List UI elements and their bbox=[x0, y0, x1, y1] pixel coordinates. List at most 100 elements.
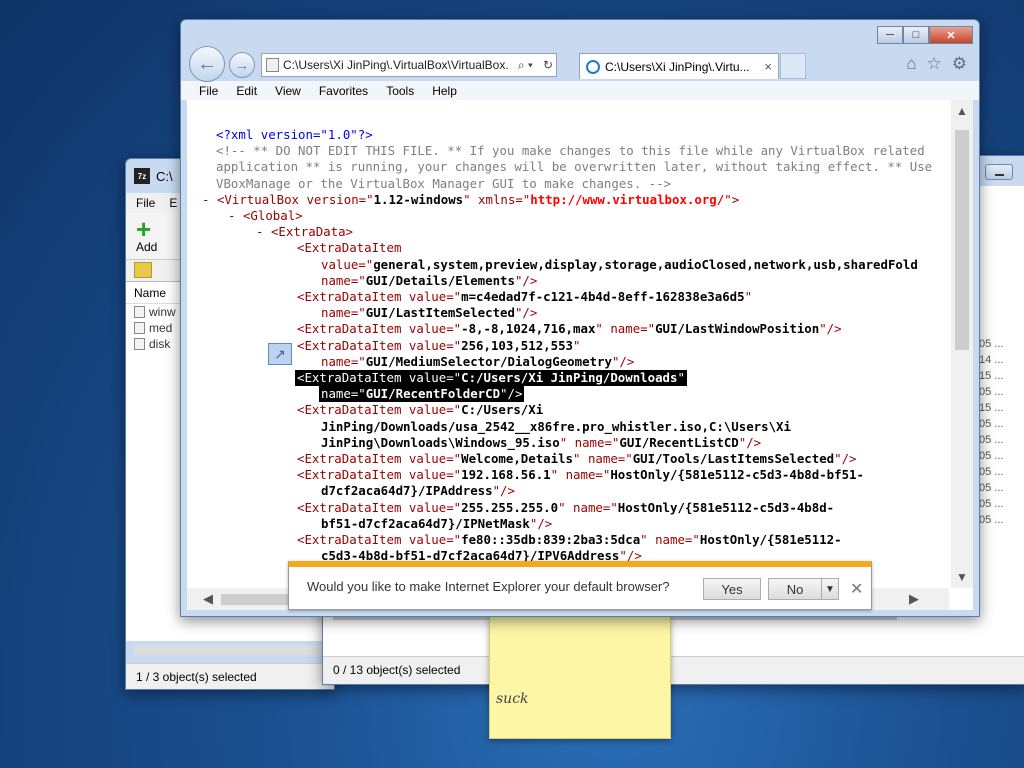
xml-value: HostOnly/{581e5112-c5d3-4b8d-bf51- bbox=[610, 467, 864, 482]
collapse-toggle[interactable]: - bbox=[256, 224, 263, 239]
xml-virtualbox-element: - <VirtualBox version="1.12-windows" xml… bbox=[202, 192, 739, 208]
minimize-button[interactable] bbox=[985, 164, 1013, 180]
7zip-app-icon: 7z bbox=[134, 168, 150, 184]
xml-attr: " bbox=[573, 338, 581, 353]
xml-value: HostOnly/{581e5112- bbox=[699, 532, 842, 547]
scroll-up-icon[interactable]: ▲ bbox=[956, 104, 968, 118]
xml-value: Welcome,Details bbox=[461, 451, 574, 466]
scroll-down-icon[interactable]: ▼ bbox=[956, 570, 968, 584]
xml-value: GUI/RecentFolderCD bbox=[365, 386, 501, 401]
xml-line: JinPing/Downloads/usa_2542__x86fre.pro_w… bbox=[321, 419, 791, 434]
menu-edit[interactable]: Edit bbox=[236, 84, 257, 98]
dropdown-arrow-icon[interactable]: ▼ bbox=[821, 578, 839, 600]
sticky-note[interactable]: suck bbox=[489, 616, 671, 739]
date-cell: 05 ... bbox=[979, 434, 1004, 446]
menu-file[interactable]: File bbox=[199, 84, 218, 98]
zip-menu-file[interactable]: File bbox=[136, 196, 155, 210]
xml-value: fe80::35db:839:2ba3:5dca bbox=[461, 532, 641, 547]
menu-help[interactable]: Help bbox=[432, 84, 457, 98]
home-icon[interactable]: ⌂ bbox=[906, 54, 916, 74]
xml-attr: " name=" bbox=[559, 435, 620, 450]
folder-up-icon[interactable] bbox=[134, 262, 152, 278]
search-dropdown-icon[interactable]: ⌕ ▾ bbox=[515, 58, 536, 73]
notification-close-icon[interactable]: ✕ bbox=[850, 579, 863, 599]
date-column: 05 ... 14 ... 15 ... 05 ... 15 ... 05 ..… bbox=[979, 338, 1019, 530]
date-cell: 15 ... bbox=[979, 402, 1004, 414]
address-bar[interactable]: C:\Users\Xi JinPing\.VirtualBox\VirtualB… bbox=[261, 53, 557, 77]
scroll-right-icon[interactable]: ▶ bbox=[909, 591, 919, 607]
xml-value: GUI/Tools/LastItemsSelected bbox=[632, 451, 835, 466]
xml-attr: " name=" bbox=[595, 321, 656, 336]
xml-tag: "/> bbox=[492, 483, 515, 498]
xml-attr: name=" bbox=[321, 386, 366, 401]
sticky-note-text[interactable]: suck bbox=[496, 691, 529, 707]
new-tab-button[interactable] bbox=[780, 53, 806, 79]
xml-attr: " bbox=[744, 289, 753, 304]
maximize-button[interactable]: □ bbox=[903, 26, 929, 44]
menu-view[interactable]: View bbox=[275, 84, 301, 98]
folder-icon bbox=[134, 322, 145, 334]
date-cell: 05 ... bbox=[979, 418, 1004, 430]
xml-value: GUI/RecentListCD bbox=[619, 435, 739, 450]
date-cell: 05 ... bbox=[979, 514, 1004, 526]
xml-tag: "> bbox=[724, 192, 740, 207]
window-controls: ─ □ ✕ bbox=[877, 26, 973, 44]
zip-menu-edit[interactable]: E bbox=[169, 196, 177, 210]
zip-horizontal-scrollbar[interactable] bbox=[134, 645, 326, 655]
scroll-left-icon[interactable]: ◀ bbox=[203, 591, 213, 607]
minimize-button[interactable]: ─ bbox=[877, 26, 903, 44]
xml-value: C:/Users/Xi JinPing/Downloads bbox=[461, 370, 678, 385]
menu-tools[interactable]: Tools bbox=[386, 84, 414, 98]
xml-document-view: <?xml version="1.0"?> <!-- ** DO NOT EDI… bbox=[187, 100, 949, 588]
ie-titlebar[interactable]: ← → C:\Users\Xi JinPing\.VirtualBox\Virt… bbox=[181, 20, 979, 82]
collapse-toggle[interactable]: - bbox=[228, 208, 235, 223]
xmlns-link[interactable]: http://www.virtualbox.org/ bbox=[530, 192, 724, 207]
xml-tag: "/> bbox=[611, 354, 635, 369]
close-button[interactable]: ✕ bbox=[929, 26, 973, 44]
tab-virtualbox-xml[interactable]: C:\Users\Xi JinPing\.Virtu... × bbox=[579, 53, 779, 79]
menu-favorites[interactable]: Favorites bbox=[319, 84, 368, 98]
xml-line-selected[interactable]: name="GUI/RecentFolderCD"/> bbox=[319, 386, 525, 403]
xml-attr: " xmlns=" bbox=[463, 192, 531, 207]
xml-value: 255.255.255.0 bbox=[461, 500, 559, 515]
xml-value: -8,-8,1024,716,max bbox=[461, 321, 596, 336]
vertical-scroll-thumb[interactable] bbox=[955, 130, 969, 350]
vertical-scrollbar[interactable]: ▲ ▼ bbox=[951, 100, 973, 588]
back-arrow-icon[interactable]: ← bbox=[189, 46, 225, 82]
xml-line: name="GUI/LastItemSelected"/> bbox=[321, 305, 537, 321]
xml-line: name="GUI/Details/Elements"/> bbox=[321, 273, 537, 289]
xml-value: 192.168.56.1 bbox=[461, 467, 551, 482]
settings-gear-icon[interactable]: ⚙ bbox=[952, 54, 967, 74]
xml-line: name="GUI/MediumSelector/DialogGeometry"… bbox=[321, 354, 634, 370]
xml-attr: name=" bbox=[321, 354, 366, 369]
xml-attr: " name=" bbox=[640, 532, 700, 547]
favorites-star-icon[interactable]: ☆ bbox=[927, 54, 942, 74]
xml-value: GUI/Details/Elements bbox=[365, 273, 515, 288]
xml-extradata-element: - <ExtraData> bbox=[256, 224, 353, 240]
xml-value: GUI/LastItemSelected bbox=[365, 305, 515, 320]
xml-line-selected[interactable]: <ExtraDataItem value="C:/Users/Xi JinPin… bbox=[295, 370, 687, 387]
refresh-icon[interactable]: ↻ bbox=[540, 58, 556, 72]
xml-value: HostOnly/{581e5112-c5d3-4b8d- bbox=[617, 500, 835, 515]
disk-icon bbox=[134, 338, 145, 350]
xml-comment-line: application ** is running, your changes … bbox=[216, 159, 933, 174]
no-button[interactable]: No bbox=[768, 578, 822, 600]
xml-attr: " name=" bbox=[558, 500, 618, 515]
collapse-toggle[interactable]: - bbox=[202, 192, 209, 207]
address-url[interactable]: C:\Users\Xi JinPing\.VirtualBox\VirtualB… bbox=[283, 58, 511, 72]
xml-line: bf51-d7cf2aca64d7}/IPNetMask"/> bbox=[321, 516, 552, 532]
ie-menubar: File Edit View Favorites Tools Help bbox=[181, 80, 979, 100]
xml-tag: <ExtraDataItem value=" bbox=[297, 532, 462, 547]
xml-line: <ExtraDataItem value="Welcome,Details" n… bbox=[297, 451, 857, 467]
file-icon bbox=[134, 306, 145, 318]
date-cell: 05 ... bbox=[979, 450, 1004, 462]
shortcut-arrow-icon[interactable]: ↗ bbox=[268, 343, 292, 365]
internet-explorer-window: ← → C:\Users\Xi JinPing\.VirtualBox\Virt… bbox=[180, 19, 980, 617]
tab-close-icon[interactable]: × bbox=[764, 59, 778, 74]
yes-button[interactable]: Yes bbox=[703, 578, 761, 600]
file-name: disk bbox=[149, 337, 171, 351]
date-cell: 15 ... bbox=[979, 370, 1004, 382]
xml-attr: " bbox=[677, 370, 685, 385]
forward-arrow-icon[interactable]: → bbox=[229, 52, 255, 78]
xml-tag: <ExtraDataItem value=" bbox=[297, 338, 462, 353]
